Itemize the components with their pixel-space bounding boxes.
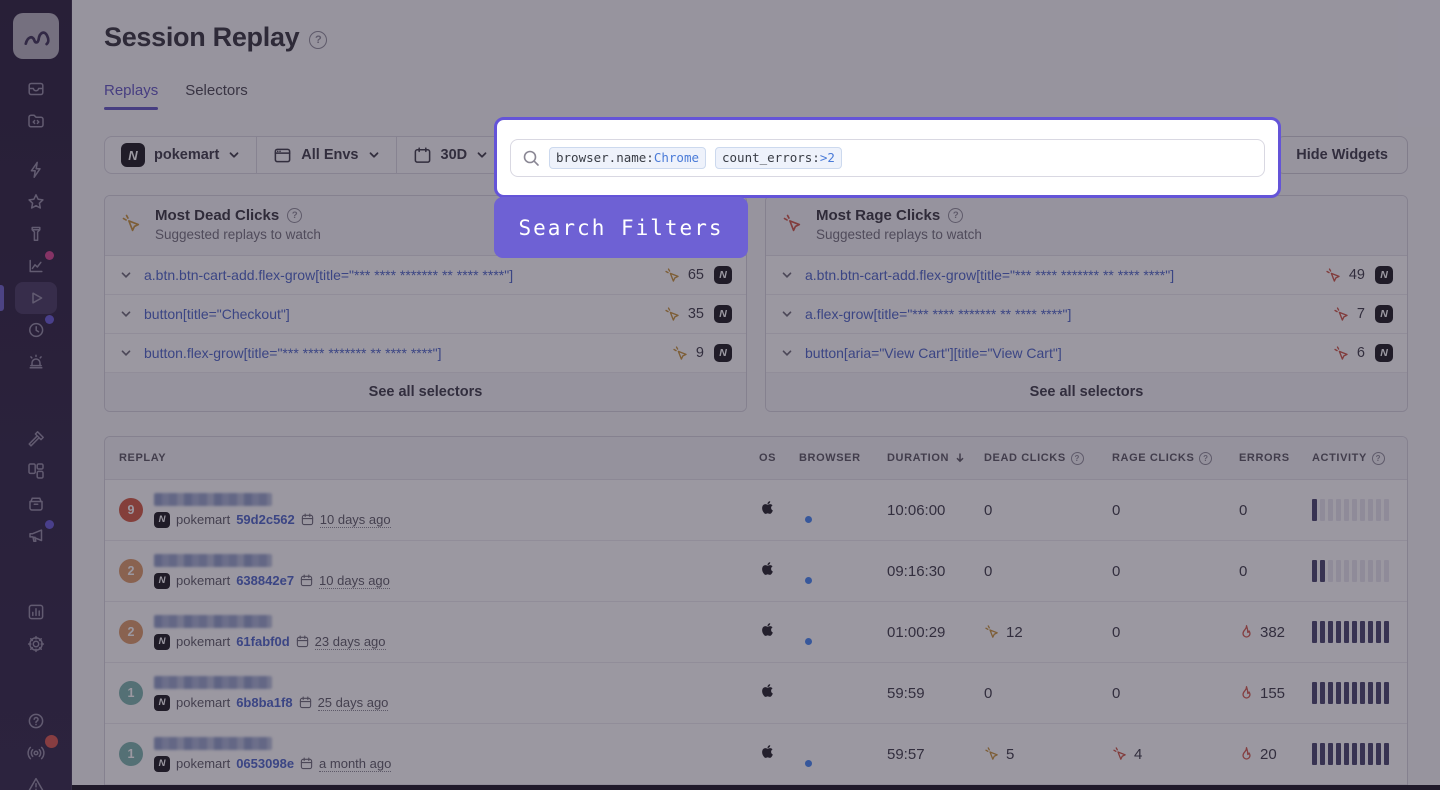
search-icon (522, 149, 540, 167)
search-filter-chip[interactable]: browser.name:Chrome (549, 147, 706, 169)
search-filter-chip[interactable]: count_errors:>2 (715, 147, 842, 169)
search-spotlight: browser.name:Chrome count_errors:>2 (494, 117, 1281, 198)
search-filters-tooltip: Search Filters (494, 197, 748, 258)
search-input[interactable]: browser.name:Chrome count_errors:>2 (510, 139, 1265, 177)
